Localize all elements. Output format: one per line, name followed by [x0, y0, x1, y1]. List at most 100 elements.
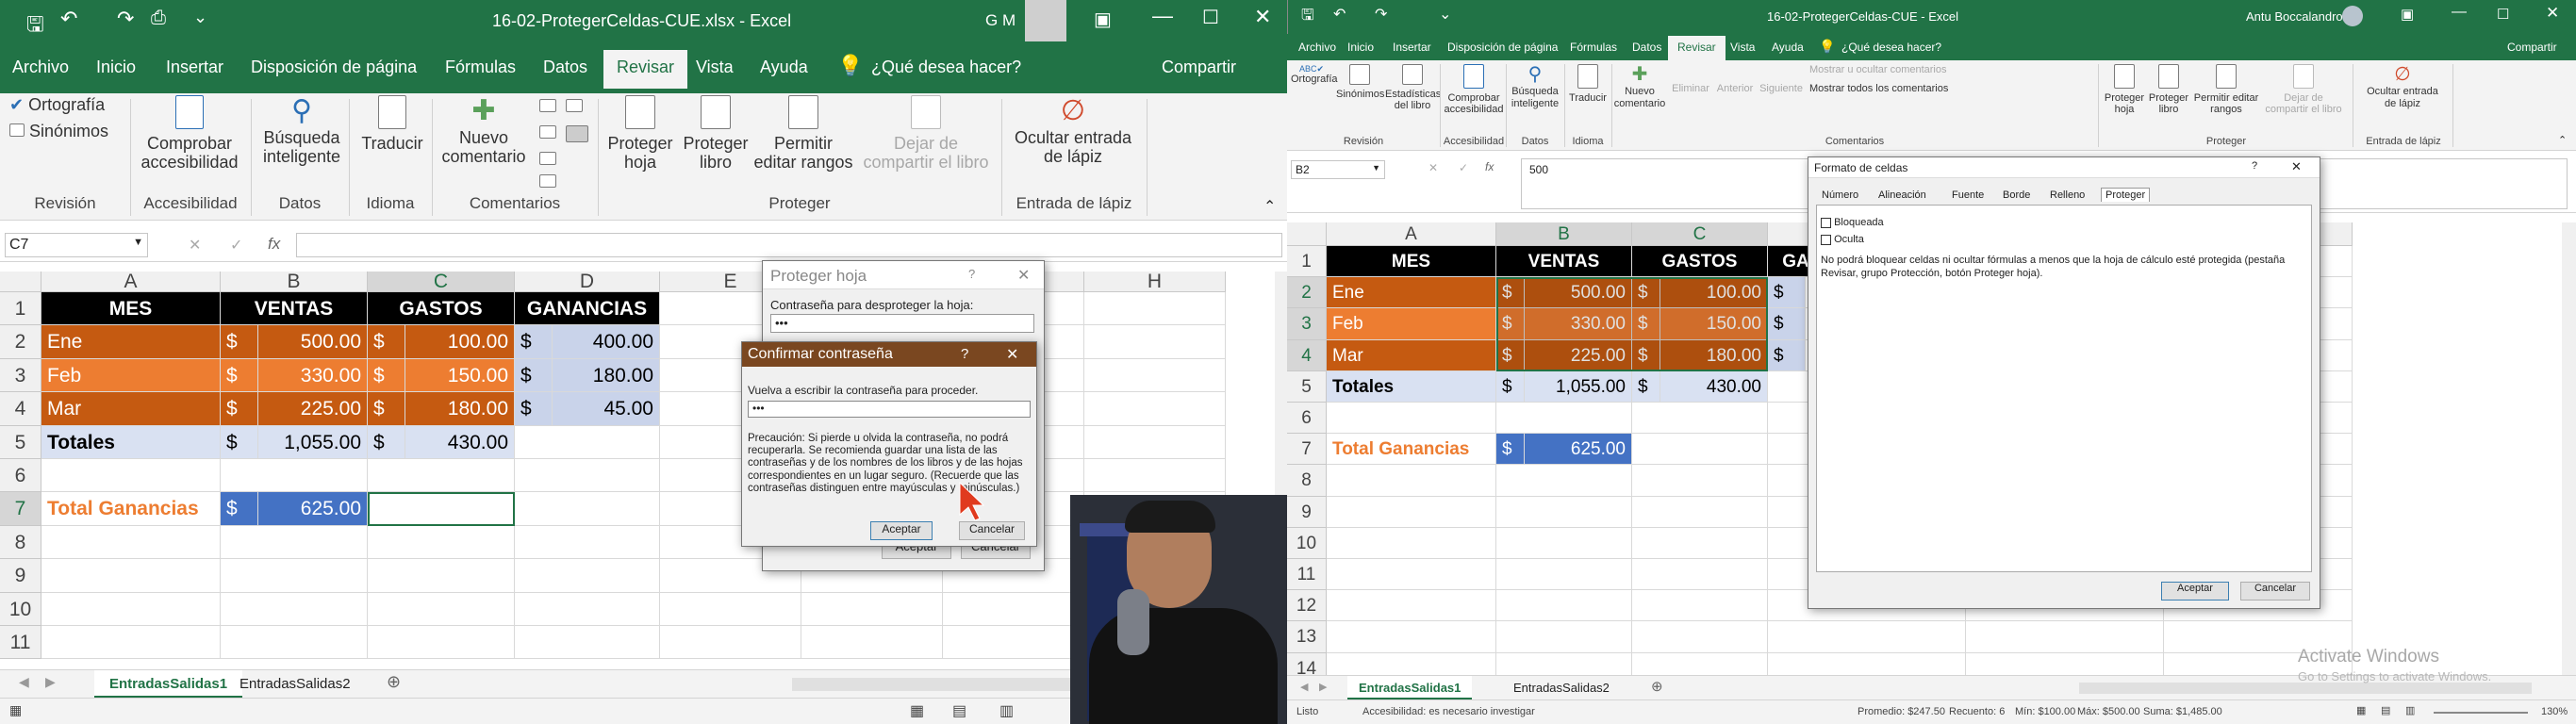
thesaurus-button[interactable]: Sinónimos — [9, 122, 108, 141]
locked-checkbox[interactable]: Bloqueada — [1821, 217, 1884, 228]
row-header[interactable]: 1 — [1287, 246, 1327, 278]
name-box[interactable]: C7 ▼ — [5, 233, 148, 257]
grid-cell[interactable] — [1496, 621, 1632, 653]
fx-icon[interactable]: fx — [1485, 160, 1494, 173]
ribbon-options-icon[interactable]: ▣ — [1094, 8, 1112, 31]
enter-formula-icon[interactable]: ✓ — [1459, 161, 1468, 174]
select-all-corner[interactable] — [1287, 222, 1327, 246]
grid-cell[interactable] — [1084, 292, 1226, 326]
translate-button[interactable]: Traducir — [358, 95, 426, 153]
grid-cell[interactable] — [1496, 590, 1632, 622]
row-header[interactable]: 4 — [0, 392, 41, 426]
row-header[interactable]: 8 — [0, 525, 41, 560]
grid-cell[interactable] — [1496, 652, 1632, 675]
column-header[interactable]: H — [1084, 272, 1226, 292]
save-icon[interactable]: 🖫 — [1301, 5, 1314, 30]
row-header[interactable]: 12 — [1287, 590, 1327, 622]
check-accessibility-button[interactable]: Comprobar accesibilidad — [138, 95, 241, 173]
grid-cell[interactable] — [660, 626, 801, 660]
grid-cell[interactable] — [368, 559, 515, 593]
column-header[interactable]: A — [1327, 222, 1496, 246]
spelling-button[interactable]: ✔ Ortografía — [9, 95, 105, 115]
avatar[interactable] — [2342, 6, 2363, 26]
currency-cell[interactable]: $ — [221, 325, 258, 359]
zoom-slider[interactable] — [2434, 712, 2528, 714]
grid-cell[interactable] — [1632, 590, 1768, 622]
ventas-cell[interactable]: 500.00 — [258, 325, 368, 359]
grid-cell[interactable] — [1632, 621, 1768, 653]
tab-archivo[interactable]: Archivo — [12, 58, 69, 77]
table-header-cell[interactable]: GANANCIAS — [515, 292, 660, 326]
grid-cell[interactable] — [1084, 392, 1226, 426]
new-comment-button[interactable]: ✚ Nuevo comentario — [439, 95, 528, 167]
month-cell[interactable]: Ene — [41, 325, 221, 359]
grid-cell[interactable] — [221, 626, 368, 660]
row-header[interactable]: 13 — [1287, 621, 1327, 653]
totales-label[interactable]: Totales — [41, 425, 221, 459]
grid-cell[interactable] — [1084, 425, 1226, 459]
tab-revisar[interactable]: Revisar — [603, 50, 688, 89]
redo-icon[interactable]: ↷ — [1375, 5, 1387, 24]
currency-cell[interactable]: $ — [1496, 370, 1525, 403]
name-box[interactable]: B2 ▼ — [1291, 160, 1385, 179]
ventas-cell[interactable]: 330.00 — [258, 358, 368, 393]
totales-label[interactable]: Totales — [1327, 370, 1496, 403]
grid-cell[interactable] — [221, 559, 368, 593]
table-header-cell[interactable]: GASTOS — [368, 292, 515, 326]
protect-sheet-button[interactable]: Proteger hoja — [603, 95, 677, 173]
tab-inicio[interactable]: Inicio — [96, 58, 136, 77]
grid-cell[interactable] — [1496, 527, 1632, 559]
grid-cell[interactable] — [660, 592, 801, 626]
protect-workbook-button[interactable]: Proteger libro — [2147, 64, 2190, 116]
grid-cell[interactable] — [1496, 496, 1632, 528]
close-icon[interactable]: ✕ — [1017, 266, 1030, 285]
currency-cell[interactable]: $ — [1768, 339, 1806, 371]
cancel-formula-icon[interactable]: ✕ — [1428, 161, 1438, 174]
currency-cell[interactable]: $ — [221, 392, 258, 426]
total-ganancias-value[interactable]: 625.00 — [258, 492, 368, 526]
currency-cell[interactable]: $ — [221, 358, 258, 393]
sheet-tab-1[interactable]: EntradasSalidas1 — [1347, 676, 1473, 700]
grid-cell[interactable] — [368, 626, 515, 660]
gastos-cell[interactable]: 100.00 — [405, 325, 515, 359]
row-header[interactable]: 9 — [0, 559, 41, 593]
grid-cell[interactable] — [1496, 403, 1632, 435]
cancel-formula-icon[interactable]: ✕ — [189, 236, 201, 255]
close-icon[interactable]: ✕ — [2291, 159, 2302, 174]
sheet-tab-2[interactable]: EntradasSalidas2 — [239, 676, 351, 692]
formula-input[interactable] — [296, 233, 1282, 257]
grid-cell[interactable] — [943, 626, 1084, 660]
grid-cell[interactable] — [41, 459, 221, 493]
translate-button[interactable]: Traducir — [1566, 64, 1610, 104]
grid-cell[interactable] — [1966, 621, 2164, 653]
table-header-cell[interactable]: MES — [1327, 246, 1496, 278]
currency-cell[interactable]: $ — [515, 358, 553, 393]
grid-cell[interactable] — [1327, 590, 1496, 622]
cancel-button[interactable]: Cancelar — [2240, 582, 2310, 601]
table-header-cell[interactable]: VENTAS — [1496, 246, 1632, 278]
total-ganancias-label[interactable]: Total Ganancias — [1327, 434, 1496, 466]
unshare-workbook-button[interactable]: Dejar de compartir el libro — [2262, 64, 2345, 116]
customize-icon[interactable]: ⌄ — [1439, 5, 1451, 24]
grid-cell[interactable] — [515, 459, 660, 493]
allow-edit-ranges-button[interactable]: Permitir editar rangos — [751, 95, 856, 173]
row-header[interactable]: 11 — [0, 626, 41, 660]
delete-comment-button[interactable]: Eliminar — [1668, 83, 1713, 95]
confirm-password-input[interactable]: ••• — [748, 401, 1031, 418]
row-header[interactable]: 10 — [0, 592, 41, 626]
tab-ayuda[interactable]: Ayuda — [1772, 41, 1804, 54]
tab-numero[interactable]: Número — [1818, 189, 1862, 201]
prev-comment-button[interactable]: Anterior — [1713, 83, 1757, 95]
tab-formulas[interactable]: Fórmulas — [1570, 41, 1617, 54]
currency-cell[interactable]: $ — [368, 392, 405, 426]
grid-cell[interactable] — [1084, 358, 1226, 393]
redo-icon[interactable]: ↷ — [117, 7, 134, 31]
undo-icon[interactable]: ↶ — [1333, 5, 1346, 24]
grid-cell[interactable] — [515, 525, 660, 560]
row-header[interactable]: 1 — [0, 292, 41, 326]
minimize-icon[interactable]: — — [1152, 4, 1173, 28]
undo-icon[interactable]: ↶ — [60, 7, 77, 31]
grid-cell[interactable] — [1327, 403, 1496, 435]
cancel-button[interactable]: Cancelar — [959, 521, 1025, 540]
table-header-cell[interactable]: VENTAS — [221, 292, 368, 326]
